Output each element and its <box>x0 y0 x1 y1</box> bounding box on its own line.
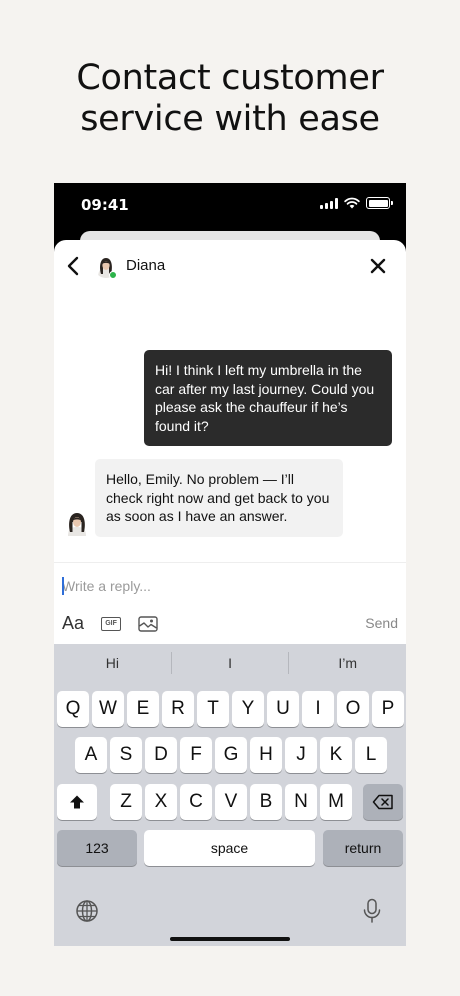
close-icon[interactable] <box>370 258 386 274</box>
key-w[interactable]: W <box>92 691 124 727</box>
agent-avatar <box>66 510 88 536</box>
key-f[interactable]: F <box>180 737 212 773</box>
key-l[interactable]: L <box>355 737 387 773</box>
predictive-text-bar: Hi I I’m <box>54 644 406 682</box>
send-button[interactable]: Send <box>365 615 398 631</box>
shift-arrow-icon <box>70 795 84 809</box>
key-b[interactable]: B <box>250 784 282 820</box>
reply-input[interactable] <box>62 575 392 597</box>
key-u[interactable]: U <box>267 691 299 727</box>
text-format-button[interactable]: Aa <box>62 613 84 634</box>
home-indicator <box>170 937 290 941</box>
status-time: 09:41 <box>81 196 129 214</box>
online-status-indicator <box>109 271 117 279</box>
status-icons <box>320 197 393 209</box>
shift-key[interactable] <box>57 784 97 820</box>
key-o[interactable]: O <box>337 691 369 727</box>
keyboard: Hi I I’m Q W E R T Y U I O P A S D F G H… <box>54 644 406 946</box>
gif-icon[interactable]: GIF <box>101 616 122 631</box>
key-i[interactable]: I <box>302 691 334 727</box>
suggestion-1[interactable]: Hi <box>54 655 171 671</box>
key-s[interactable]: S <box>110 737 142 773</box>
key-p[interactable]: P <box>372 691 404 727</box>
key-x[interactable]: X <box>145 784 177 820</box>
numbers-key[interactable]: 123 <box>57 830 137 866</box>
key-y[interactable]: Y <box>232 691 264 727</box>
image-attach-icon[interactable] <box>138 615 158 632</box>
key-h[interactable]: H <box>250 737 282 773</box>
key-a[interactable]: A <box>75 737 107 773</box>
wifi-icon <box>344 197 360 209</box>
key-q[interactable]: Q <box>57 691 89 727</box>
key-m[interactable]: M <box>320 784 352 820</box>
delete-key[interactable] <box>363 784 403 820</box>
phone-screen: 09:41 Diana Hi! I think I left my umbrel… <box>54 183 406 946</box>
key-n[interactable]: N <box>285 784 317 820</box>
key-k[interactable]: K <box>320 737 352 773</box>
chat-sheet: Diana Hi! I think I left my umbrella in … <box>54 240 406 946</box>
suggestion-3[interactable]: I’m <box>289 655 406 671</box>
back-arrow-icon[interactable] <box>66 255 80 277</box>
text-cursor <box>62 577 64 595</box>
key-t[interactable]: T <box>197 691 229 727</box>
key-g[interactable]: G <box>215 737 247 773</box>
message-composer: Aa GIF Send <box>54 562 406 644</box>
status-bar: 09:41 <box>54 183 406 233</box>
headline-line-1: Contact customer <box>76 58 384 98</box>
chat-header: Diana <box>54 240 406 292</box>
key-d[interactable]: D <box>145 737 177 773</box>
microphone-icon[interactable] <box>363 898 381 924</box>
key-z[interactable]: Z <box>110 784 142 820</box>
globe-icon[interactable] <box>75 899 99 923</box>
key-v[interactable]: V <box>215 784 247 820</box>
key-c[interactable]: C <box>180 784 212 820</box>
key-e[interactable]: E <box>127 691 159 727</box>
key-r[interactable]: R <box>162 691 194 727</box>
headline-line-2: service with ease <box>80 99 380 139</box>
message-outgoing: Hi! I think I left my umbrella in the ca… <box>144 350 392 446</box>
suggestion-2[interactable]: I <box>172 655 289 671</box>
battery-icon <box>366 197 393 209</box>
composer-tools: Aa GIF <box>62 613 158 634</box>
key-j[interactable]: J <box>285 737 317 773</box>
signal-icon <box>320 197 338 209</box>
headline: Contact customer service with ease <box>0 58 460 140</box>
backspace-icon <box>372 794 393 810</box>
space-key[interactable]: space <box>144 830 315 866</box>
contact-name: Diana <box>126 257 166 274</box>
message-incoming: Hello, Emily. No problem — I’ll check ri… <box>95 459 343 537</box>
return-key[interactable]: return <box>323 830 403 866</box>
